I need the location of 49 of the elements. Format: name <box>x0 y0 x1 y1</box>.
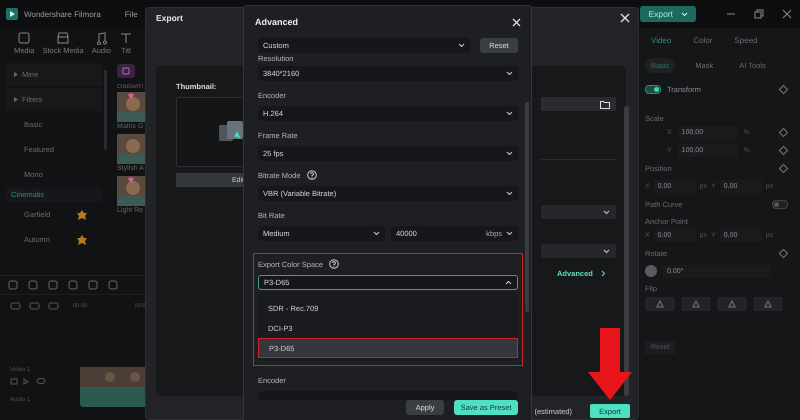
close-icon[interactable] <box>782 9 792 19</box>
expand-icon <box>14 97 18 102</box>
chevron-icon <box>506 231 513 236</box>
keyframe-icon[interactable] <box>779 84 788 94</box>
toggle-switch[interactable] <box>645 84 661 94</box>
flip-button[interactable] <box>717 297 747 311</box>
export-button[interactable]: Export <box>640 6 696 22</box>
panel-tab[interactable]: Color <box>693 36 712 44</box>
expand-icon <box>14 72 18 77</box>
annotation-arrow <box>588 328 632 400</box>
toolbar-icon <box>56 31 70 45</box>
help-icon[interactable] <box>329 259 340 269</box>
menu-item[interactable]: File <box>124 10 138 18</box>
chevron-icon <box>506 151 513 156</box>
track-tool-icon[interactable] <box>29 301 40 311</box>
category-icon[interactable] <box>117 64 135 78</box>
panel-tab[interactable]: Video <box>651 36 672 44</box>
restore-icon[interactable] <box>754 9 764 19</box>
flip-button[interactable] <box>753 297 783 311</box>
scrollbar[interactable] <box>624 106 629 396</box>
keyframe-icon[interactable] <box>779 248 788 258</box>
toolbar-icon <box>94 31 108 45</box>
toggle-switch[interactable] <box>772 200 788 208</box>
chevron-icon <box>603 248 610 254</box>
chevron-icon <box>506 111 513 116</box>
toolbar-icon <box>118 31 133 45</box>
chevron-icon <box>603 210 610 214</box>
track-tool-icon[interactable] <box>10 301 21 311</box>
panel-tab[interactable]: Speed <box>734 36 758 44</box>
flip-button[interactable] <box>645 297 675 311</box>
chevron-icon <box>600 270 606 277</box>
chevron-icon <box>505 280 512 285</box>
chevron-icon <box>373 231 380 236</box>
dialog-title: Export <box>156 13 183 23</box>
flip-button[interactable] <box>681 297 711 311</box>
save-path-field[interactable] <box>541 97 616 111</box>
chevron-icon <box>506 71 513 76</box>
caret-icon <box>681 12 688 16</box>
folder-icon[interactable] <box>600 100 610 108</box>
dialog-title: Advanced <box>255 17 298 27</box>
track-controls-icon[interactable] <box>10 377 46 385</box>
chevron-icon <box>506 191 513 196</box>
track-tool-icon[interactable] <box>48 301 59 311</box>
rotation-dial[interactable] <box>645 265 657 277</box>
toolbar-icon <box>17 31 32 45</box>
chevron-icon <box>458 43 465 48</box>
app-title: Wondershare Filmora <box>24 10 101 18</box>
help-icon[interactable] <box>306 170 317 180</box>
app-logo-icon <box>6 8 18 20</box>
